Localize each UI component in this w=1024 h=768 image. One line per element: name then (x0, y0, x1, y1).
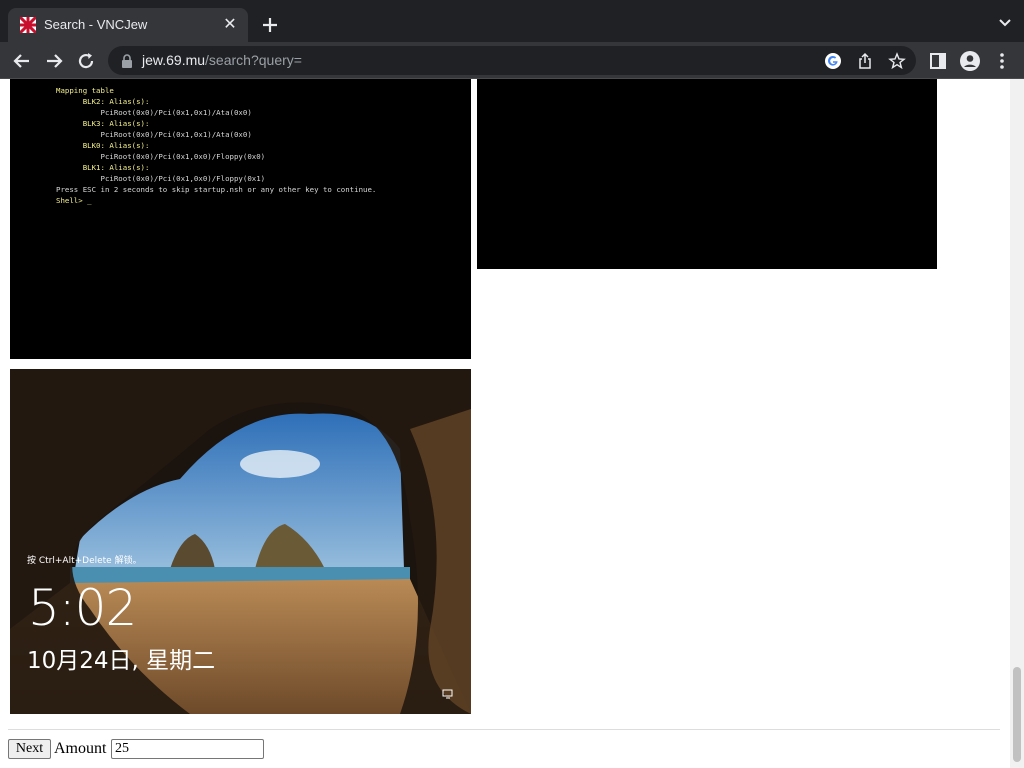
lock-screen-hint: 按 Ctrl+Alt+Delete 解锁。 (27, 556, 142, 566)
lock-icon[interactable] (120, 53, 134, 69)
page-content: Mapping table BLK2: Alias(s): PciRoot(0x… (0, 79, 1010, 768)
network-icon (442, 689, 453, 699)
console-line: PciRoot(0x0)/Pci(0x1,0x0)/Floppy(0x0) (56, 152, 266, 161)
lock-screen-time: 5:02 (28, 579, 137, 637)
vnc-screenshot-windows-lock[interactable]: 按 Ctrl+Alt+Delete 解锁。 5:02 10月24日, 星期二 (10, 369, 471, 714)
console-line: Press ESC in 2 seconds to skip startup.n… (56, 185, 377, 194)
vnc-screenshot-black[interactable] (477, 79, 937, 269)
profile-avatar-icon[interactable] (958, 49, 982, 73)
new-tab-icon[interactable] (258, 13, 282, 37)
console-line: Shell> _ (56, 196, 92, 205)
console-line: BLK2: Alias(s): (56, 97, 150, 106)
console-line: BLK1: Alias(s): (56, 163, 150, 172)
tab-close-icon[interactable]: ✕ (220, 15, 240, 35)
lock-screen-date: 10月24日, 星期二 (27, 648, 216, 674)
forward-arrow-icon[interactable] (42, 49, 66, 73)
vnc-screenshot-uefi-shell[interactable]: Mapping table BLK2: Alias(s): PciRoot(0x… (10, 79, 471, 359)
console-line: BLK0: Alias(s): (56, 141, 150, 150)
tab-search-chevron-icon[interactable] (998, 16, 1012, 30)
amount-label: Amount (54, 740, 107, 757)
google-icon[interactable] (824, 52, 842, 70)
bookmark-star-icon[interactable] (888, 52, 906, 70)
next-button[interactable]: Next (8, 739, 51, 759)
url-text[interactable]: jew.69.mu/search?query= (142, 52, 302, 68)
more-menu-icon[interactable] (990, 49, 1014, 73)
tab-title: Search - VNCJew (44, 17, 148, 32)
reload-icon[interactable] (74, 49, 98, 73)
address-bar[interactable]: jew.69.mu/search?query= (108, 46, 916, 75)
flag-favicon-icon (20, 17, 36, 33)
console-line: PciRoot(0x0)/Pci(0x1,0x1)/Ata(0x0) (56, 130, 252, 139)
tab-active[interactable]: Search - VNCJew ✕ (8, 8, 248, 42)
back-arrow-icon[interactable] (10, 49, 34, 73)
share-icon[interactable] (856, 52, 874, 70)
divider (8, 729, 1000, 730)
vertical-scrollbar[interactable] (1010, 79, 1024, 768)
uefi-console-text: Mapping table BLK2: Alias(s): PciRoot(0x… (56, 85, 376, 206)
side-panel-icon[interactable] (926, 49, 950, 73)
browser-toolbar: jew.69.mu/search?query= (0, 42, 1024, 79)
console-line: Mapping table (56, 86, 114, 95)
tab-strip: Search - VNCJew ✕ (0, 0, 1024, 42)
scrollbar-thumb[interactable] (1013, 667, 1021, 762)
amount-input[interactable] (111, 739, 264, 759)
console-line: PciRoot(0x0)/Pci(0x1,0x0)/Floppy(0x1) (56, 174, 266, 183)
console-line: PciRoot(0x0)/Pci(0x1,0x1)/Ata(0x0) (56, 108, 252, 117)
console-line: BLK3: Alias(s): (56, 119, 150, 128)
